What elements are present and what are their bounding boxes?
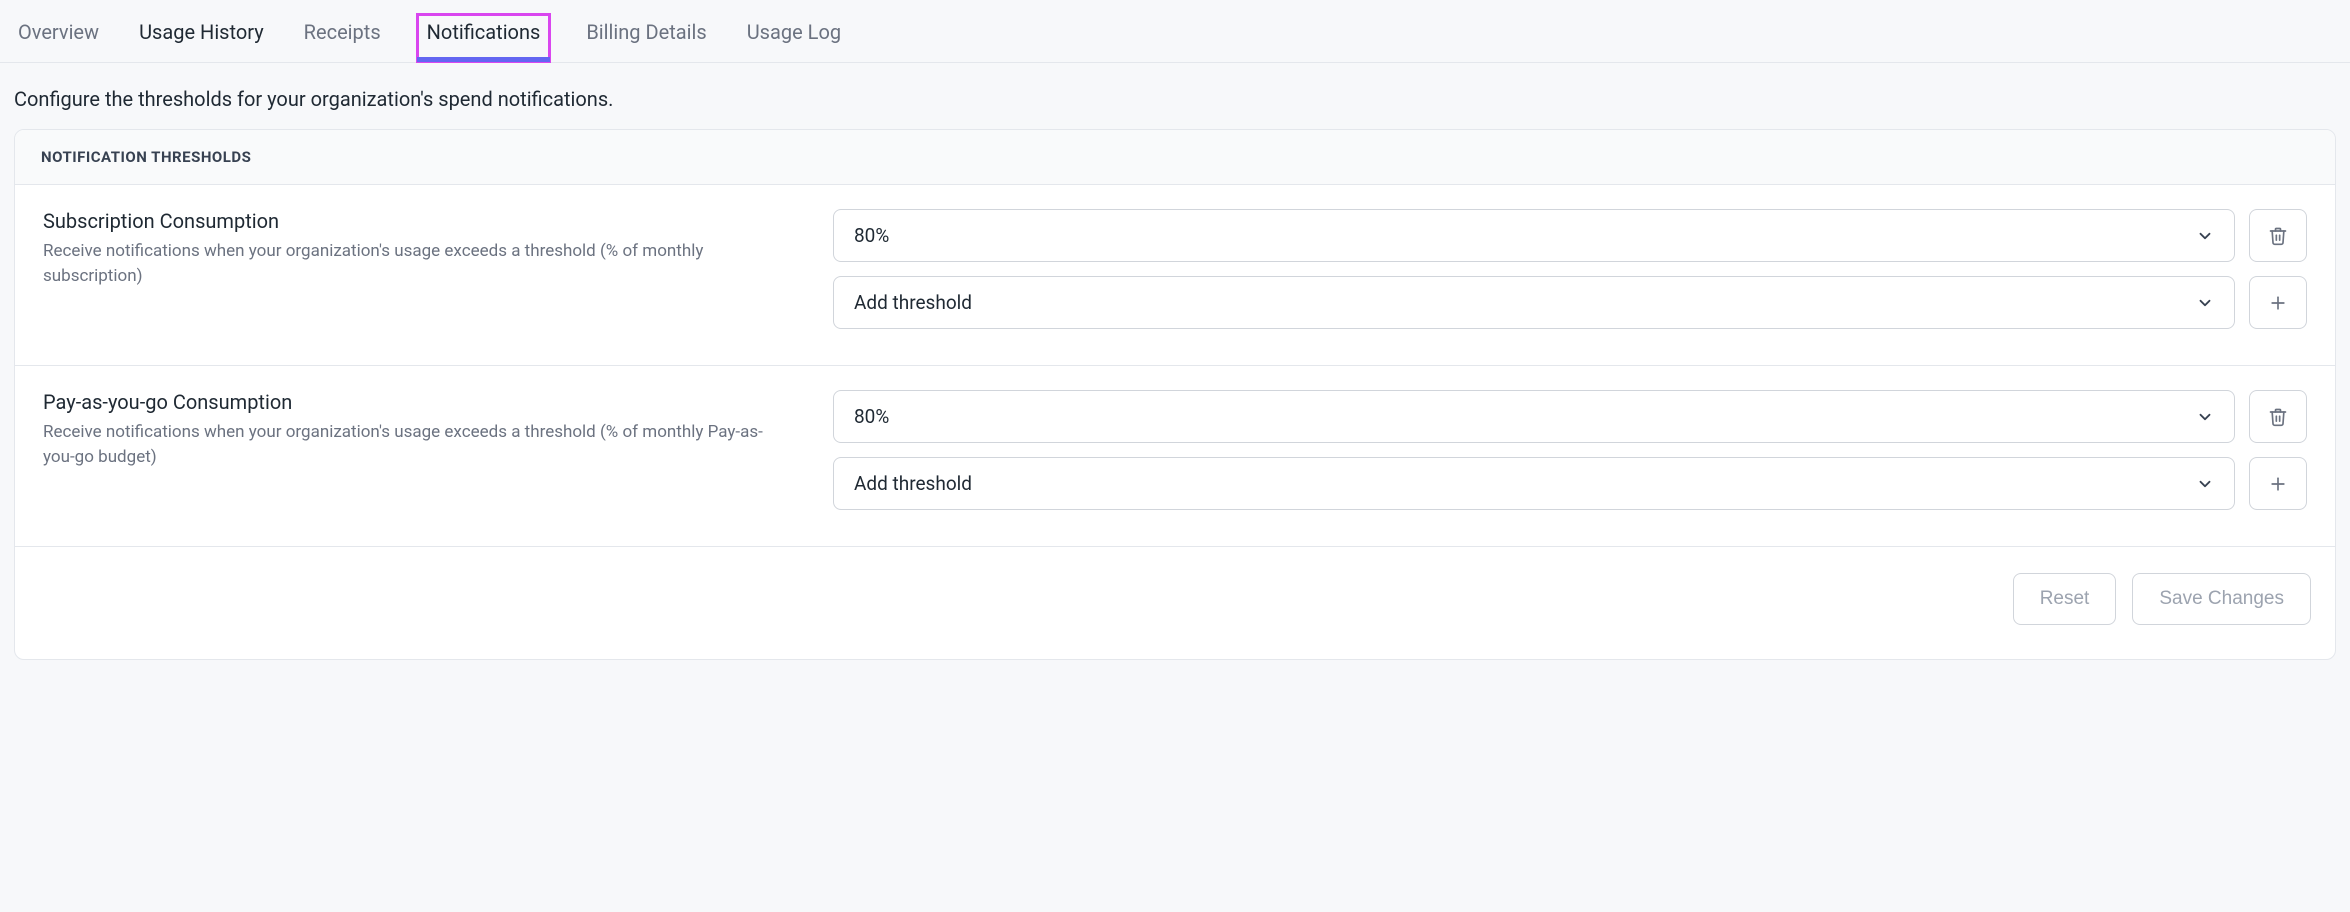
add-threshold-select[interactable]: Add threshold: [833, 276, 2235, 329]
add-threshold-select[interactable]: Add threshold: [833, 457, 2235, 510]
threshold-select[interactable]: 80%: [833, 209, 2235, 262]
add-threshold-row: Add threshold: [833, 457, 2307, 510]
tab-usage-log[interactable]: Usage Log: [743, 10, 845, 62]
chevron-down-icon: [2196, 294, 2214, 312]
plus-icon: [2268, 293, 2288, 313]
reset-button[interactable]: Reset: [2013, 573, 2117, 625]
tab-receipts[interactable]: Receipts: [300, 10, 385, 62]
threshold-row: 80%: [833, 209, 2307, 262]
threshold-value: 80%: [854, 405, 889, 428]
section-right: 80% Add threshold: [833, 390, 2307, 510]
delete-threshold-button[interactable]: [2249, 209, 2307, 262]
add-threshold-row: Add threshold: [833, 276, 2307, 329]
trash-icon: [2268, 226, 2288, 246]
threshold-row: 80%: [833, 390, 2307, 443]
delete-threshold-button[interactable]: [2249, 390, 2307, 443]
tab-billing-details[interactable]: Billing Details: [582, 10, 710, 62]
threshold-value: 80%: [854, 224, 889, 247]
section-payg-consumption: Pay-as-you-go Consumption Receive notifi…: [15, 366, 2335, 547]
chevron-down-icon: [2196, 408, 2214, 426]
section-subscription-consumption: Subscription Consumption Receive notific…: [15, 185, 2335, 366]
card-header: NOTIFICATION THRESHOLDS: [15, 130, 2335, 185]
section-title: Pay-as-you-go Consumption: [43, 390, 793, 414]
page-description: Configure the thresholds for your organi…: [0, 63, 2350, 129]
threshold-select[interactable]: 80%: [833, 390, 2235, 443]
tab-usage-history[interactable]: Usage History: [135, 10, 268, 62]
chevron-down-icon: [2196, 475, 2214, 493]
trash-icon: [2268, 407, 2288, 427]
section-desc: Receive notifications when your organiza…: [43, 420, 793, 469]
card-footer: Reset Save Changes: [15, 547, 2335, 659]
tab-overview[interactable]: Overview: [14, 10, 103, 62]
billing-tabs: Overview Usage History Receipts Notifica…: [0, 0, 2350, 63]
section-left: Pay-as-you-go Consumption Receive notifi…: [43, 390, 793, 510]
add-threshold-label: Add threshold: [854, 472, 972, 495]
section-right: 80% Add threshold: [833, 209, 2307, 329]
add-threshold-button[interactable]: [2249, 457, 2307, 510]
section-desc: Receive notifications when your organiza…: [43, 239, 793, 288]
save-changes-button[interactable]: Save Changes: [2132, 573, 2311, 625]
add-threshold-button[interactable]: [2249, 276, 2307, 329]
tab-notifications[interactable]: Notifications: [417, 14, 551, 62]
add-threshold-label: Add threshold: [854, 291, 972, 314]
notification-thresholds-card: NOTIFICATION THRESHOLDS Subscription Con…: [14, 129, 2336, 660]
chevron-down-icon: [2196, 227, 2214, 245]
section-left: Subscription Consumption Receive notific…: [43, 209, 793, 329]
plus-icon: [2268, 474, 2288, 494]
section-title: Subscription Consumption: [43, 209, 793, 233]
